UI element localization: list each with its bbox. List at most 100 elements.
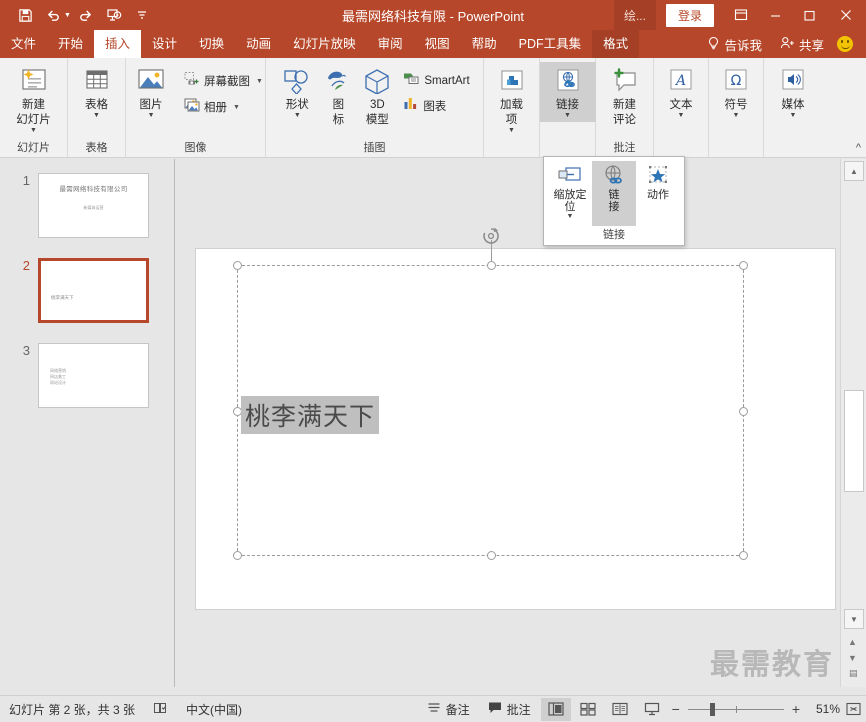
pictures-dropdown-icon[interactable]: ▼ bbox=[148, 112, 155, 119]
thumbnail-item-3[interactable]: 3 网络营销 网店美工 网站设计 bbox=[8, 343, 149, 408]
tab-view[interactable]: 视图 bbox=[414, 30, 461, 58]
new-slide-button[interactable]: 新建 幻灯片 ▼ bbox=[6, 62, 62, 137]
resize-handle-middle-right[interactable] bbox=[739, 407, 748, 416]
minimize-icon[interactable] bbox=[758, 0, 792, 30]
resize-handle-bottom-right[interactable] bbox=[739, 551, 748, 560]
save-icon[interactable] bbox=[12, 3, 38, 27]
action-button[interactable]: 动作 bbox=[636, 161, 680, 226]
thumbnail-item-2[interactable]: 2 桃李满天下 bbox=[8, 258, 149, 323]
tab-file[interactable]: 文件 bbox=[0, 30, 47, 58]
current-slide[interactable]: 桃李满天下 bbox=[195, 227, 836, 610]
next-slide-icon[interactable]: ▼ bbox=[848, 653, 857, 663]
screenshot-button[interactable]: 屏幕截图 ▼ bbox=[179, 68, 268, 94]
symbol-button[interactable]: Ω 符号 ▼ bbox=[708, 62, 764, 122]
slide-sorter-button[interactable] bbox=[573, 698, 603, 721]
slide-editing-canvas[interactable]: 桃李满天下 最需教育 bbox=[176, 159, 840, 687]
scroll-menu-icon[interactable]: ▤ bbox=[849, 668, 858, 679]
rotate-handle-icon[interactable] bbox=[481, 226, 501, 246]
scroll-down-icon[interactable]: ▼ bbox=[844, 609, 864, 629]
zoom-in-button[interactable]: + bbox=[792, 701, 800, 717]
tab-slideshow[interactable]: 幻灯片放映 bbox=[282, 30, 367, 58]
scrollbar-thumb[interactable] bbox=[844, 390, 864, 492]
resize-handle-bottom-left[interactable] bbox=[233, 551, 242, 560]
reading-view-button[interactable] bbox=[605, 698, 635, 721]
table-button[interactable]: 表格 ▼ bbox=[69, 62, 125, 122]
comments-button[interactable]: 批注 bbox=[479, 696, 540, 722]
photo-album-dropdown-icon[interactable]: ▼ bbox=[233, 104, 240, 111]
addins-button[interactable]: 加载 项 ▼ bbox=[484, 62, 540, 137]
notes-button[interactable]: 备注 bbox=[418, 696, 479, 722]
resize-handle-top-right[interactable] bbox=[739, 261, 748, 270]
normal-view-button[interactable] bbox=[540, 697, 571, 721]
maximize-icon[interactable] bbox=[792, 0, 826, 30]
resize-handle-top-center[interactable] bbox=[487, 261, 496, 270]
zoom-level-label[interactable]: 51% bbox=[804, 702, 840, 716]
thumbnail-slide-2[interactable]: 桃李满天下 bbox=[38, 258, 149, 323]
selected-slide-text[interactable]: 桃李满天下 bbox=[241, 396, 380, 434]
start-slideshow-icon[interactable] bbox=[101, 3, 127, 27]
accessibility-check-button[interactable] bbox=[144, 696, 177, 722]
signin-button[interactable]: 登录 bbox=[665, 3, 714, 27]
zoom-slider[interactable]: − + bbox=[672, 701, 800, 717]
ribbon-display-options-icon[interactable] bbox=[724, 0, 758, 30]
shapes-button[interactable]: 形状 ▼ bbox=[274, 62, 320, 122]
tab-review[interactable]: 审阅 bbox=[367, 30, 414, 58]
zoom-position-button[interactable]: 缩放定 位 ▼ bbox=[548, 161, 592, 226]
media-dropdown-icon[interactable]: ▼ bbox=[790, 112, 797, 119]
thumbnail-slide-1[interactable]: 最需网络科技有限公司 新媒体运营 bbox=[38, 173, 149, 238]
undo-icon[interactable] bbox=[40, 3, 66, 27]
zoom-track[interactable] bbox=[687, 702, 784, 716]
selected-text-placeholder[interactable]: 桃李满天下 bbox=[233, 227, 748, 560]
tab-help[interactable]: 帮助 bbox=[461, 30, 508, 58]
thumbnail-slide-3[interactable]: 网络营销 网店美工 网站设计 bbox=[38, 343, 149, 408]
symbol-dropdown-icon[interactable]: ▼ bbox=[733, 112, 740, 119]
chart-button[interactable]: 图表 bbox=[398, 93, 474, 118]
thumbnail-item-1[interactable]: 1 最需网络科技有限公司 新媒体运营 bbox=[8, 173, 149, 238]
tab-format[interactable]: 格式 bbox=[592, 30, 640, 58]
table-dropdown-icon[interactable]: ▼ bbox=[93, 112, 100, 119]
scroll-up-icon[interactable]: ▲ bbox=[844, 161, 864, 181]
addins-dropdown-icon[interactable]: ▼ bbox=[508, 127, 515, 134]
tab-transitions[interactable]: 切换 bbox=[188, 30, 235, 58]
resize-handle-top-left[interactable] bbox=[233, 261, 242, 270]
screenshot-dropdown-icon[interactable]: ▼ bbox=[256, 78, 263, 85]
pictures-button[interactable]: 图片 ▼ bbox=[123, 62, 179, 122]
model3d-button[interactable]: 3D 模型 bbox=[356, 62, 398, 130]
previous-slide-icon[interactable]: ▲ bbox=[848, 637, 857, 647]
slide-thumbnail-pane[interactable]: 1 最需网络科技有限公司 新媒体运营 2 桃李满天下 3 网络营销 网店美工 网… bbox=[0, 159, 175, 687]
tab-animations[interactable]: 动画 bbox=[235, 30, 282, 58]
customize-qat-icon[interactable] bbox=[129, 3, 155, 27]
draw-tab[interactable]: 绘... bbox=[613, 0, 656, 30]
zoom-position-dropdown-icon[interactable]: ▼ bbox=[567, 213, 574, 220]
resize-handle-bottom-center[interactable] bbox=[487, 551, 496, 560]
link-button[interactable]: 链接 ▼ bbox=[539, 62, 596, 122]
undo-dropdown-icon[interactable]: ▼ bbox=[64, 12, 71, 19]
zoom-thumb[interactable] bbox=[709, 702, 715, 716]
link-dropdown-icon[interactable]: ▼ bbox=[564, 112, 571, 119]
vertical-scrollbar[interactable]: ▲ ▼ ▲ ▼ ▤ bbox=[840, 159, 866, 687]
tab-design[interactable]: 设计 bbox=[141, 30, 188, 58]
tab-insert[interactable]: 插入 bbox=[94, 30, 142, 58]
close-icon[interactable] bbox=[826, 0, 866, 30]
redo-icon[interactable] bbox=[73, 3, 99, 27]
feedback-smiley-icon[interactable] bbox=[837, 36, 853, 52]
text-button[interactable]: A 文本 ▼ bbox=[653, 62, 709, 122]
zoom-out-button[interactable]: − bbox=[672, 701, 680, 717]
text-dropdown-icon[interactable]: ▼ bbox=[678, 112, 685, 119]
tell-me-button[interactable]: 告诉我 bbox=[698, 30, 771, 58]
media-button[interactable]: 媒体 ▼ bbox=[765, 62, 821, 122]
icons-button[interactable]: 图 标 bbox=[320, 62, 356, 130]
tab-home[interactable]: 开始 bbox=[47, 30, 94, 58]
link-menu-item[interactable]: 链 接 bbox=[592, 161, 636, 226]
collapse-ribbon-icon[interactable]: ^ bbox=[856, 142, 861, 154]
slide-indicator[interactable]: 幻灯片 第 2 张，共 3 张 bbox=[0, 696, 144, 722]
share-button[interactable]: 共享 bbox=[771, 30, 833, 58]
fit-to-window-button[interactable] bbox=[840, 698, 866, 721]
new-slide-dropdown-icon[interactable]: ▼ bbox=[30, 127, 37, 134]
slideshow-button[interactable] bbox=[637, 698, 667, 721]
tab-pdf-toolkit[interactable]: PDF工具集 bbox=[508, 30, 593, 58]
photo-album-button[interactable]: 相册 ▼ bbox=[179, 94, 268, 120]
smartart-button[interactable]: SmartArt bbox=[398, 68, 474, 93]
language-indicator[interactable]: 中文(中国) bbox=[177, 696, 251, 722]
new-comment-button[interactable]: 新建 评论 bbox=[597, 62, 653, 130]
